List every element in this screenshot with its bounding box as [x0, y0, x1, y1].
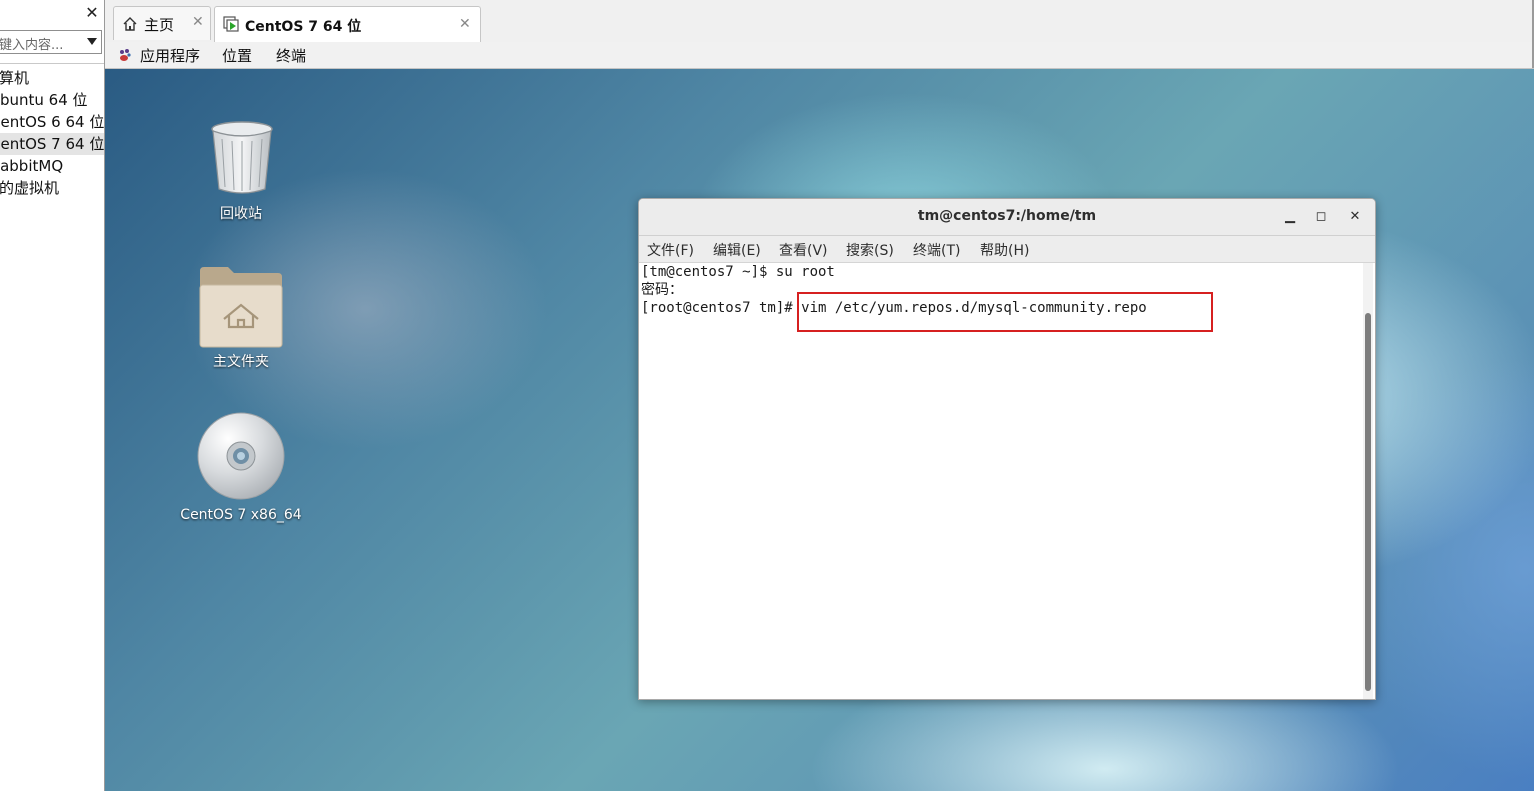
library-item-centos6[interactable]: CentOS 6 64 位 — [0, 111, 104, 133]
library-search-input[interactable]: 键入内容... — [0, 30, 102, 54]
desktop-icon-label: 主文件夹 — [213, 354, 269, 370]
divider — [0, 63, 104, 64]
menu-applications[interactable]: 应用程序 — [140, 45, 200, 66]
library-tree: 计算机 Ubuntu 64 位 CentOS 6 64 位 CentOS 7 6… — [0, 67, 104, 199]
annotation-highlight-box — [797, 292, 1213, 332]
library-item-label: 我的虚拟机 — [0, 179, 60, 197]
gnome-foot-icon — [120, 49, 131, 61]
terminal-menubar: 文件(F) 编辑(E) 查看(V) 搜索(S) 终端(T) 帮助(H) — [639, 236, 1375, 263]
terminal-scrollbar[interactable] — [1363, 263, 1373, 699]
terminal-titlebar[interactable]: tm@centos7:/home/tm ▁ ◻ ✕ — [639, 199, 1375, 236]
terminal-title: tm@centos7:/home/tm — [917, 208, 1097, 224]
menu-file[interactable]: 文件(F) — [647, 240, 694, 260]
tab-bar: 主页 ✕ CentOS 7 64 位 ✕ — [105, 0, 1534, 43]
library-item-label: RabbitMQ — [0, 157, 64, 175]
tab-close-icon[interactable]: ✕ — [192, 14, 204, 30]
disc-icon — [197, 412, 285, 500]
desktop-icon-home-folder[interactable]: 主文件夹 — [171, 265, 311, 385]
menu-help[interactable]: 帮助(H) — [980, 240, 1029, 260]
gnome-top-bar: 应用程序 位置 终端 — [105, 42, 1534, 69]
library-item-label: CentOS 7 64 位 — [0, 135, 105, 153]
desktop-icon-disc[interactable]: CentOS 7 x86_64 — [171, 412, 311, 532]
library-item-centos7[interactable]: CentOS 7 64 位 — [0, 133, 104, 155]
tab-centos7-label: CentOS 7 64 位 — [245, 19, 362, 35]
menu-places[interactable]: 位置 — [222, 45, 252, 66]
library-item-ubuntu[interactable]: Ubuntu 64 位 — [0, 89, 104, 111]
desktop-icon-label: 回收站 — [220, 206, 262, 222]
minimize-icon[interactable]: ▁ — [1281, 208, 1299, 226]
library-close-button[interactable]: ✕ — [84, 4, 100, 22]
tab-home[interactable]: 主页 ✕ — [113, 6, 211, 40]
library-panel: ✕ 键入内容... 计算机 Ubuntu 64 位 CentOS 6 64 位 … — [0, 0, 105, 791]
vm-running-icon — [223, 16, 239, 32]
terminal-line: [tm@centos7 ~]$ su root — [641, 264, 835, 280]
tab-close-icon[interactable]: ✕ — [459, 16, 471, 32]
trash-icon — [211, 121, 273, 194]
scrollbar-thumb[interactable] — [1365, 313, 1371, 691]
library-item-my-vms[interactable]: 我的虚拟机 — [0, 177, 104, 199]
desktop-icon-trash[interactable]: 回收站 — [171, 119, 311, 239]
tab-home-label: 主页 — [144, 16, 175, 34]
terminal-line: 密码： — [641, 282, 683, 298]
chevron-down-icon[interactable] — [87, 38, 97, 45]
terminal-window[interactable]: tm@centos7:/home/tm ▁ ◻ ✕ 文件(F) 编辑(E) 查看… — [638, 198, 1376, 700]
menu-view[interactable]: 查看(V) — [779, 240, 828, 260]
tab-centos7[interactable]: CentOS 7 64 位 ✕ — [214, 6, 481, 42]
close-icon[interactable]: ✕ — [1346, 208, 1364, 226]
maximize-icon[interactable]: ◻ — [1312, 208, 1330, 226]
menu-search[interactable]: 搜索(S) — [846, 240, 894, 260]
library-item-computer[interactable]: 计算机 — [0, 67, 104, 89]
library-search-placeholder: 键入内容... — [0, 38, 64, 53]
home-icon — [123, 17, 137, 31]
library-item-label: Ubuntu 64 位 — [0, 91, 88, 109]
menu-terminal[interactable]: 终端(T) — [913, 240, 960, 260]
menu-terminal[interactable]: 终端 — [276, 45, 306, 66]
library-item-label: CentOS 6 64 位 — [0, 113, 105, 131]
library-item-rabbitmq[interactable]: RabbitMQ — [0, 155, 104, 177]
home-folder-icon — [199, 267, 283, 348]
library-item-label: 计算机 — [0, 69, 30, 87]
menu-edit[interactable]: 编辑(E) — [713, 240, 761, 260]
desktop-icon-label: CentOS 7 x86_64 — [180, 507, 302, 523]
